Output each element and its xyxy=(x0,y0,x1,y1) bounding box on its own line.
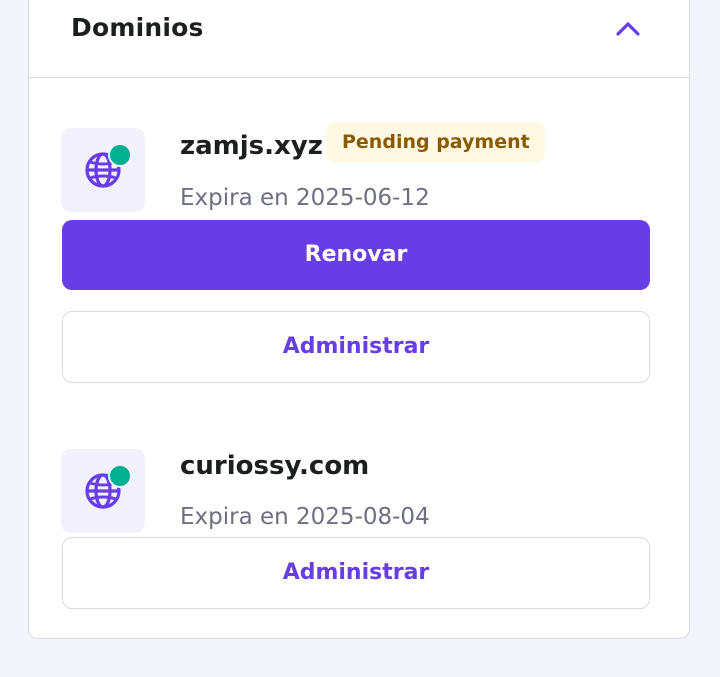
renew-button[interactable]: Renovar xyxy=(62,220,650,290)
domain-name[interactable]: zamjs.xyz xyxy=(180,131,323,161)
section-title: Dominios xyxy=(71,13,204,42)
domains-card-header[interactable]: Dominios xyxy=(29,1,689,78)
domains-card: Dominios zamjs.xyz Pending payment Expir… xyxy=(28,0,690,639)
manage-button[interactable]: Administrar xyxy=(62,311,650,383)
chevron-up-icon[interactable] xyxy=(613,17,643,39)
domain-expiry: Expira en 2025-06-12 xyxy=(180,185,430,211)
domain-icon-box xyxy=(61,449,145,533)
manage-button[interactable]: Administrar xyxy=(62,537,650,609)
domain-expiry: Expira en 2025-08-04 xyxy=(180,504,430,530)
status-dot xyxy=(108,143,132,167)
status-badge: Pending payment xyxy=(327,122,545,162)
domain-name[interactable]: curiossy.com xyxy=(180,451,369,481)
status-dot xyxy=(108,464,132,488)
domain-icon-box xyxy=(61,128,145,212)
